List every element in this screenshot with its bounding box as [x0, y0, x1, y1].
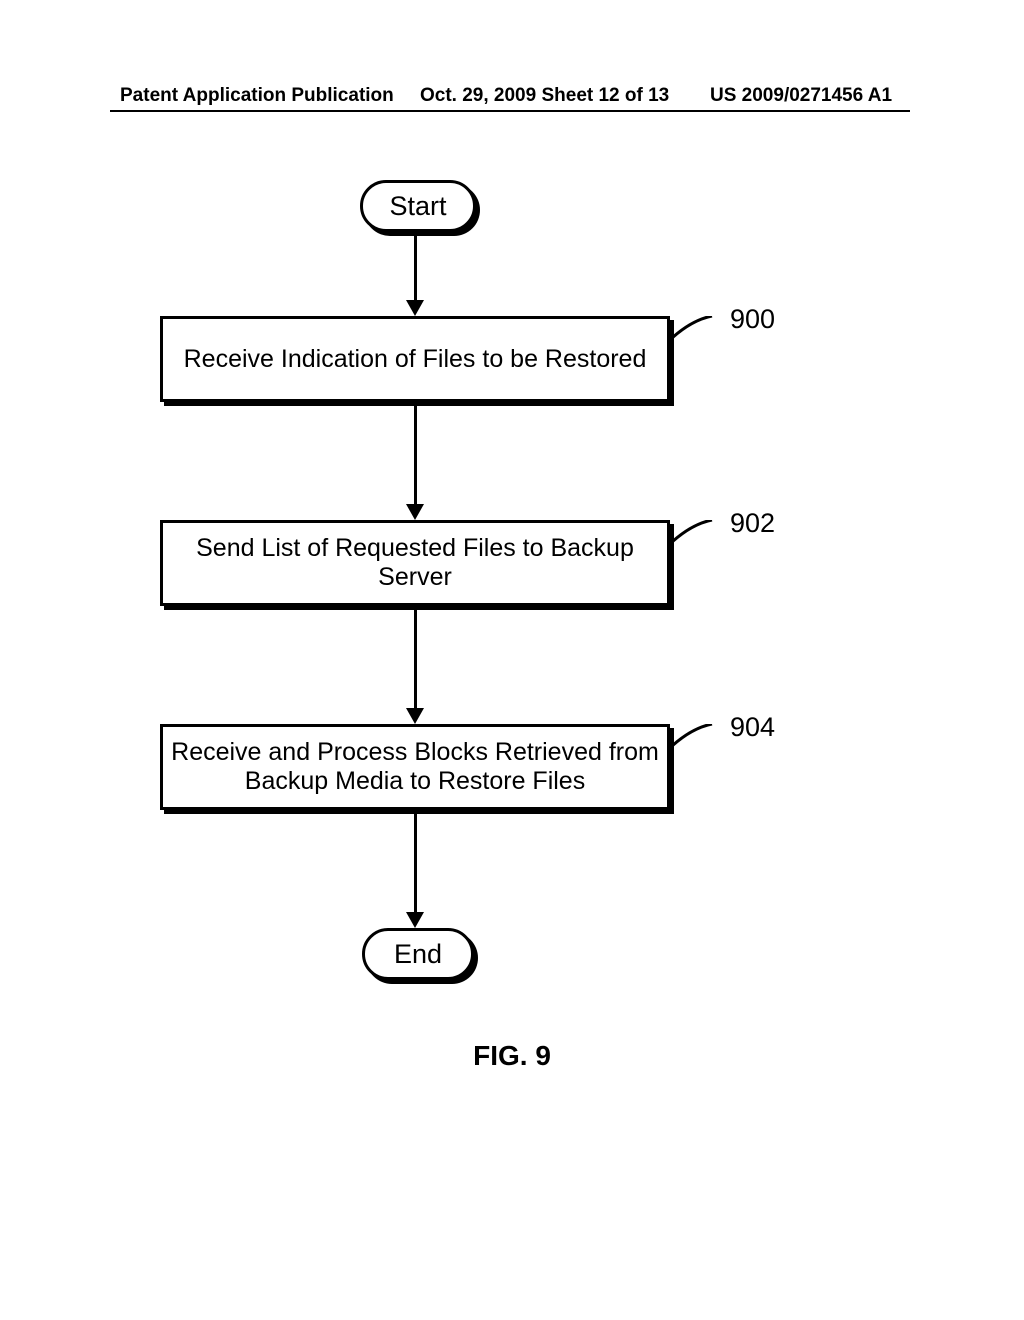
end-terminator: End: [362, 928, 474, 980]
start-terminator: Start: [360, 180, 476, 232]
arrowhead-icon: [406, 708, 424, 724]
connector-904-to-end: [414, 814, 417, 914]
process-902: Send List of Requested Files to Backup S…: [160, 520, 670, 606]
ref-904: 904: [730, 712, 775, 743]
process-902-text: Send List of Requested Files to Backup S…: [171, 534, 659, 592]
connector-900-to-902: [414, 406, 417, 506]
start-label: Start: [389, 191, 446, 221]
process-904: Receive and Process Blocks Retrieved fro…: [160, 724, 670, 810]
ref-900: 900: [730, 304, 775, 335]
connector-start-to-900: [414, 232, 417, 302]
flowchart: Start Receive Indication of Files to be …: [0, 0, 1024, 1320]
leader-904: [672, 724, 732, 764]
arrowhead-icon: [406, 300, 424, 316]
figure-caption-text: FIG. 9: [473, 1040, 551, 1071]
leader-902: [672, 520, 732, 560]
process-900: Receive Indication of Files to be Restor…: [160, 316, 670, 402]
arrowhead-icon: [406, 504, 424, 520]
end-label: End: [394, 939, 442, 969]
connector-902-to-904: [414, 610, 417, 710]
arrowhead-icon: [406, 912, 424, 928]
process-904-text: Receive and Process Blocks Retrieved fro…: [171, 738, 659, 796]
figure-caption: FIG. 9: [0, 1040, 1024, 1072]
process-900-text: Receive Indication of Files to be Restor…: [184, 345, 647, 374]
page: Patent Application Publication Oct. 29, …: [0, 0, 1024, 1320]
leader-900: [672, 316, 732, 356]
ref-902: 902: [730, 508, 775, 539]
